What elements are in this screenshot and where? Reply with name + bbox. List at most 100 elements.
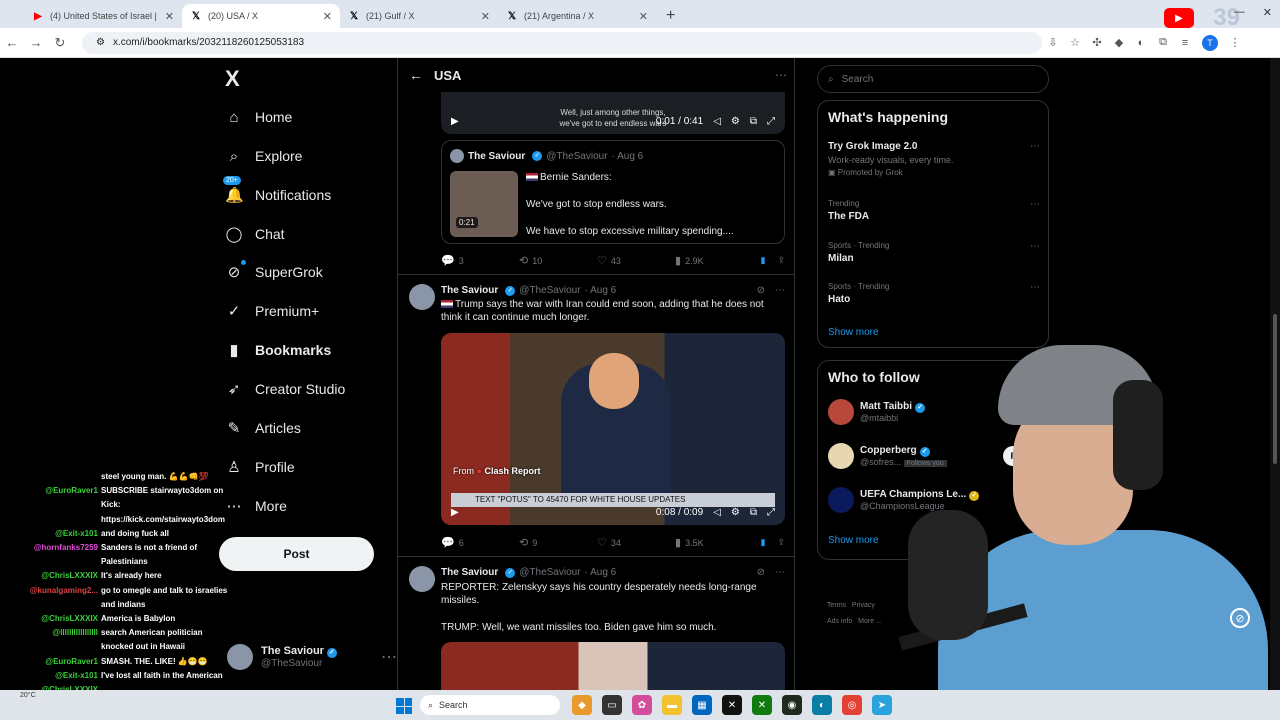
footer-link[interactable]: Terms <box>827 602 846 609</box>
fullscreen-icon[interactable]: ⤢ <box>767 116 775 127</box>
back-icon[interactable]: ← <box>0 35 24 50</box>
views-button[interactable]: ▮ 2.9K <box>675 254 753 267</box>
trend-item[interactable]: Sports · Trending Hato ⋯ <box>828 282 1040 305</box>
site-info-icon[interactable]: ⚙ <box>96 37 105 48</box>
taskbar-search[interactable]: ⌕ Search <box>420 695 560 715</box>
taskview-icon[interactable]: ▭ <box>602 695 622 715</box>
close-tab-icon[interactable]: ✕ <box>481 10 490 23</box>
browser-tab[interactable]: 𝕏 (21) Gulf / X ✕ <box>340 4 498 28</box>
close-window-icon[interactable]: ✕ <box>1263 6 1272 19</box>
more-icon[interactable]: ⋯ <box>1030 241 1040 252</box>
video-player[interactable]: From ● Clash Report TEXT "POTUS" TO 4547… <box>441 333 785 525</box>
url-input[interactable]: ⚙ x.com/i/bookmarks/2032118260125053183 <box>82 31 1042 54</box>
xbox-icon[interactable]: ✕ <box>752 695 772 715</box>
more-icon[interactable]: ⋯ <box>775 285 785 296</box>
pip-icon[interactable]: ⧉ <box>750 507 757 518</box>
volume-icon[interactable]: ◁ <box>713 116 721 127</box>
star-icon[interactable]: ☆ <box>1064 36 1086 49</box>
weather-widget[interactable]: 20°C <box>20 692 36 699</box>
share-icon[interactable]: ⇪ <box>777 255 785 266</box>
play-icon[interactable]: ▶ <box>451 507 459 518</box>
folder-icon[interactable]: ▬ <box>662 695 682 715</box>
browser-tab[interactable]: ▶ (4) United States of Israel | New ✕ <box>24 4 182 28</box>
sidebar-item-notifications[interactable]: 🔔 20+ Notifications <box>223 176 331 208</box>
search-input[interactable]: ⌕ Search <box>817 65 1049 93</box>
chrome-icon[interactable]: ◎ <box>842 695 862 715</box>
copilot-icon[interactable]: ✿ <box>632 695 652 715</box>
sidebar-item-home[interactable]: ⌂ Home <box>225 104 292 130</box>
show-more-link[interactable]: Show more <box>828 327 879 338</box>
quoted-tweet[interactable]: The Saviour ✓ @TheSaviour · Aug 6 0:21 B… <box>441 140 785 244</box>
like-button[interactable]: ♡ 34 <box>597 536 675 549</box>
browser-tab[interactable]: 𝕏 (20) USA / X ✕ <box>182 4 340 28</box>
volume-icon[interactable]: ◁ <box>713 507 721 518</box>
extension-icon[interactable]: ◐ <box>1130 37 1152 49</box>
video-player[interactable]: Well, just among other things, we've got… <box>441 92 785 134</box>
sidebar-item-creator-studio[interactable]: ➶ Creator Studio <box>225 376 346 402</box>
footer-link[interactable]: Privacy <box>852 602 875 609</box>
grok-icon[interactable]: ⊘ <box>757 285 765 296</box>
extension-icon[interactable]: ◆ <box>1108 36 1130 49</box>
back-arrow-icon[interactable]: ← <box>398 67 434 83</box>
settings-icon[interactable]: ⚙ <box>731 507 740 518</box>
camera-off-icon[interactable]: ⊘ <box>1230 608 1250 628</box>
settings-icon[interactable]: ⚙ <box>731 116 740 127</box>
reply-button[interactable]: 💬 3 <box>441 254 519 267</box>
browser-tab[interactable]: 𝕏 (21) Argentina / X ✕ <box>498 4 656 28</box>
avatar[interactable] <box>409 566 435 592</box>
trend-item[interactable]: Sports · Trending Milan ⋯ <box>828 241 1040 264</box>
x-app-icon[interactable]: ✕ <box>722 695 742 715</box>
menu-icon[interactable]: ≡ <box>1174 37 1196 49</box>
tweet-author[interactable]: The Saviour <box>441 567 498 578</box>
footer-link[interactable]: More ... <box>858 618 882 625</box>
avatar[interactable] <box>409 284 435 310</box>
store-icon[interactable]: ▦ <box>692 695 712 715</box>
sidebar-item-bookmarks[interactable]: ▮ Bookmarks <box>225 337 331 363</box>
show-more-link[interactable]: Show more <box>828 535 879 546</box>
browser-profile-avatar[interactable]: T <box>1202 34 1218 51</box>
puzzle-icon[interactable]: ⧉ <box>1152 36 1174 49</box>
windows-start-icon[interactable] <box>396 698 412 714</box>
close-tab-icon[interactable]: ✕ <box>323 10 332 23</box>
play-icon[interactable]: ▶ <box>451 116 459 127</box>
app-icon[interactable]: ◆ <box>572 695 592 715</box>
x-logo[interactable]: X <box>225 66 240 92</box>
trend-item[interactable]: Trending The FDA ⋯ <box>828 199 1040 222</box>
kebab-icon[interactable]: ⋮ <box>1224 36 1246 49</box>
sidebar-item-explore[interactable]: ⌕ Explore <box>225 143 303 169</box>
more-icon[interactable]: ⋯ <box>1030 199 1040 210</box>
sidebar-item-chat[interactable]: ◯ Chat <box>225 221 285 247</box>
bookmark-icon[interactable]: ▮ <box>761 537 766 548</box>
telegram-icon[interactable]: ➤ <box>872 695 892 715</box>
more-icon[interactable]: ⋯ <box>766 68 794 82</box>
sidebar-item-articles[interactable]: ✎ Articles <box>225 415 301 441</box>
minimize-icon[interactable]: — <box>1234 6 1245 19</box>
account-switcher[interactable]: The Saviour ✓ @TheSaviour ⋯ <box>227 644 397 670</box>
grok-icon[interactable]: ⊘ <box>757 567 765 578</box>
like-button[interactable]: ♡ 43 <box>597 254 675 267</box>
more-icon[interactable]: ⋯ <box>1030 141 1040 152</box>
new-tab-button[interactable]: + <box>656 4 685 28</box>
more-icon[interactable]: ⋯ <box>381 647 397 667</box>
install-icon[interactable]: ⇩ <box>1042 36 1064 49</box>
edge-icon[interactable]: ◐ <box>812 695 832 715</box>
tweet-author[interactable]: The Saviour <box>441 285 498 296</box>
repost-button[interactable]: ⟲ 10 <box>519 254 597 267</box>
more-icon[interactable]: ⋯ <box>775 567 785 578</box>
sidebar-item-premium-[interactable]: ✓ Premium+ <box>225 298 319 324</box>
views-button[interactable]: ▮ 3.5K <box>675 536 753 549</box>
close-tab-icon[interactable]: ✕ <box>639 10 648 23</box>
more-icon[interactable]: ⋯ <box>1030 282 1040 293</box>
trend-item[interactable]: Try Grok Image 2.0 Work-ready visuals, e… <box>828 141 1040 177</box>
repost-button[interactable]: ⟲ 9 <box>519 536 597 549</box>
app-icon[interactable]: ◉ <box>782 695 802 715</box>
extension-icon[interactable]: ✣ <box>1086 36 1108 49</box>
reload-icon[interactable]: ↻ <box>48 35 72 51</box>
pip-icon[interactable]: ⧉ <box>750 116 757 127</box>
bookmark-icon[interactable]: ▮ <box>761 255 766 266</box>
close-tab-icon[interactable]: ✕ <box>165 10 174 23</box>
forward-icon[interactable]: → <box>24 35 48 50</box>
share-icon[interactable]: ⇪ <box>777 537 785 548</box>
reply-button[interactable]: 💬 6 <box>441 536 519 549</box>
fullscreen-icon[interactable]: ⤢ <box>767 507 775 518</box>
